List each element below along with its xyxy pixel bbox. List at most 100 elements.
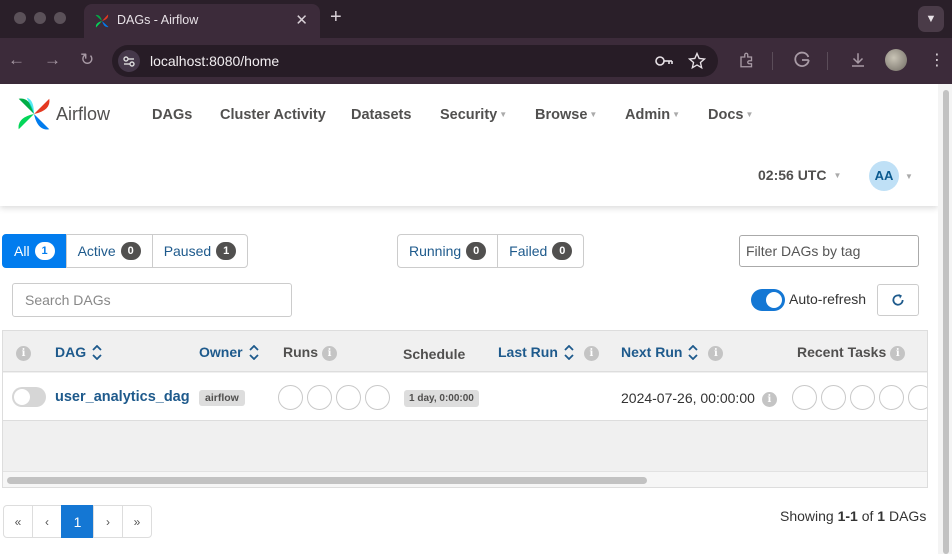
- download-icon[interactable]: [849, 51, 867, 69]
- showing-summary: Showing 1-1 of 1 DAGs: [780, 508, 926, 524]
- extensions-icon[interactable]: [738, 51, 756, 69]
- clock-text: 02:56 UTC: [758, 167, 827, 183]
- airflow-logo-icon[interactable]: [16, 96, 52, 132]
- filter-all-label: All: [14, 243, 30, 259]
- status-filter-group: All 1 Active 0 Paused 1: [2, 234, 249, 268]
- tag-filter-input[interactable]: Filter DAGs by tag: [739, 235, 919, 267]
- nav-admin-label: Admin: [625, 107, 671, 123]
- new-tab-button[interactable]: +: [330, 7, 342, 27]
- col-last-run[interactable]: Last Run i: [498, 344, 599, 361]
- url-text: localhost:8080/home: [150, 53, 280, 69]
- forward-button[interactable]: →: [44, 51, 61, 68]
- brand-name[interactable]: Airflow: [56, 104, 110, 125]
- timezone-clock[interactable]: 02:56 UTC ▼: [758, 167, 841, 183]
- refresh-button[interactable]: [877, 284, 919, 316]
- site-info-icon[interactable]: [118, 50, 140, 72]
- table-row: user_analytics_dag airflow 1 day, 0:00:0…: [3, 373, 927, 421]
- browser-menu-icon[interactable]: ⋮: [929, 50, 945, 70]
- window-close-dot[interactable]: [14, 12, 26, 24]
- scrollbar-thumb[interactable]: [7, 477, 647, 484]
- window-zoom-dot[interactable]: [54, 12, 66, 24]
- back-button[interactable]: ←: [8, 51, 25, 68]
- info-icon[interactable]: i: [708, 346, 724, 361]
- next-page-button[interactable]: ›: [93, 505, 123, 538]
- task-state-circle[interactable]: [792, 385, 817, 410]
- user-avatar[interactable]: AA: [869, 161, 899, 191]
- address-bar[interactable]: localhost:8080/home: [112, 45, 718, 77]
- auto-refresh-toggle[interactable]: [751, 289, 785, 311]
- filter-failed-count: 0: [552, 242, 573, 260]
- page-1-button[interactable]: 1: [61, 505, 94, 538]
- next-run-value: 2024-07-26, 00:00:00 i: [621, 390, 777, 407]
- vertical-scrollbar-thumb[interactable]: [943, 90, 949, 554]
- dags-table: i DAG Owner Runs i Schedule Last Run i Nex…: [2, 330, 928, 488]
- nav-datasets[interactable]: Datasets: [351, 107, 411, 123]
- toolbar-divider: [827, 52, 828, 70]
- sort-icon: [92, 345, 102, 360]
- task-state-circle[interactable]: [908, 385, 927, 410]
- nav-admin[interactable]: Admin ▼: [625, 107, 680, 123]
- info-icon[interactable]: i: [890, 346, 906, 361]
- col-runs: Runs i: [283, 344, 337, 361]
- owner-tag[interactable]: airflow: [199, 390, 245, 406]
- nav-security[interactable]: Security ▼: [440, 107, 507, 123]
- col-owner[interactable]: Owner: [199, 344, 259, 360]
- filter-paused-button[interactable]: Paused 1: [151, 234, 249, 268]
- profile-avatar[interactable]: [885, 49, 907, 71]
- col-owner-label: Owner: [199, 344, 243, 360]
- task-state-circle[interactable]: [879, 385, 904, 410]
- nav-docs-label: Docs: [708, 107, 744, 123]
- filter-failed-label: Failed: [509, 243, 548, 259]
- info-icon[interactable]: i: [761, 392, 777, 407]
- col-next-run[interactable]: Next Run i: [621, 344, 724, 361]
- password-key-icon[interactable]: [654, 52, 674, 70]
- filter-all-button[interactable]: All 1: [2, 234, 67, 268]
- browser-tab[interactable]: DAGs - Airflow ✕: [84, 4, 320, 38]
- col-dag[interactable]: DAG: [55, 344, 102, 360]
- google-icon[interactable]: [793, 51, 811, 69]
- select-all-info-icon[interactable]: i: [16, 344, 31, 361]
- tab-title: DAGs - Airflow: [117, 13, 199, 27]
- tab-close-icon[interactable]: ✕: [295, 11, 308, 29]
- next-run-text: 2024-07-26, 00:00:00: [621, 390, 755, 406]
- reload-button[interactable]: ↻: [80, 51, 94, 68]
- first-page-button[interactable]: «: [3, 505, 33, 538]
- pause-dag-toggle[interactable]: [12, 387, 46, 407]
- run-state-circle[interactable]: [307, 385, 332, 410]
- window-minimize-dot[interactable]: [34, 12, 46, 24]
- filter-active-count: 0: [120, 242, 141, 260]
- showing-prefix: Showing: [780, 508, 834, 524]
- nav-browse[interactable]: Browse ▼: [535, 107, 597, 123]
- dag-id-link[interactable]: user_analytics_dag: [55, 389, 190, 405]
- col-recent-tasks-label: Recent Tasks: [797, 344, 887, 360]
- info-icon: i: [16, 346, 31, 361]
- sort-icon: [688, 345, 699, 360]
- chevron-down-icon: ▼: [499, 110, 508, 119]
- showing-suffix: DAGs: [888, 508, 927, 524]
- last-page-button[interactable]: »: [122, 505, 152, 538]
- chevron-down-icon[interactable]: ▼: [905, 172, 913, 181]
- filter-active-label: Active: [77, 243, 116, 259]
- run-state-circle[interactable]: [365, 385, 390, 410]
- filter-failed-button[interactable]: Failed 0: [497, 234, 585, 268]
- info-icon[interactable]: i: [583, 346, 599, 361]
- col-recent-tasks: Recent Tasks i: [797, 344, 906, 361]
- horizontal-scrollbar[interactable]: [3, 471, 927, 487]
- filter-active-button[interactable]: Active 0: [65, 234, 153, 268]
- bookmark-star-icon[interactable]: [688, 52, 706, 70]
- toggle-knob: [766, 292, 782, 308]
- search-dags-input[interactable]: Search DAGs: [12, 283, 292, 317]
- tab-search-chevron-icon[interactable]: ▼: [918, 6, 944, 32]
- prev-page-button[interactable]: ‹: [32, 505, 62, 538]
- nav-dags[interactable]: DAGs: [152, 107, 192, 123]
- task-state-circle[interactable]: [821, 385, 846, 410]
- filter-running-button[interactable]: Running 0: [397, 234, 499, 268]
- task-state-circle[interactable]: [850, 385, 875, 410]
- schedule-tag: 1 day, 0:00:00: [404, 390, 479, 407]
- nav-docs[interactable]: Docs ▼: [708, 107, 753, 123]
- run-state-circle[interactable]: [336, 385, 361, 410]
- run-state-filter-group: Running 0 Failed 0: [397, 234, 585, 268]
- nav-cluster-activity[interactable]: Cluster Activity: [220, 107, 326, 123]
- run-state-circle[interactable]: [278, 385, 303, 410]
- info-icon[interactable]: i: [322, 346, 337, 361]
